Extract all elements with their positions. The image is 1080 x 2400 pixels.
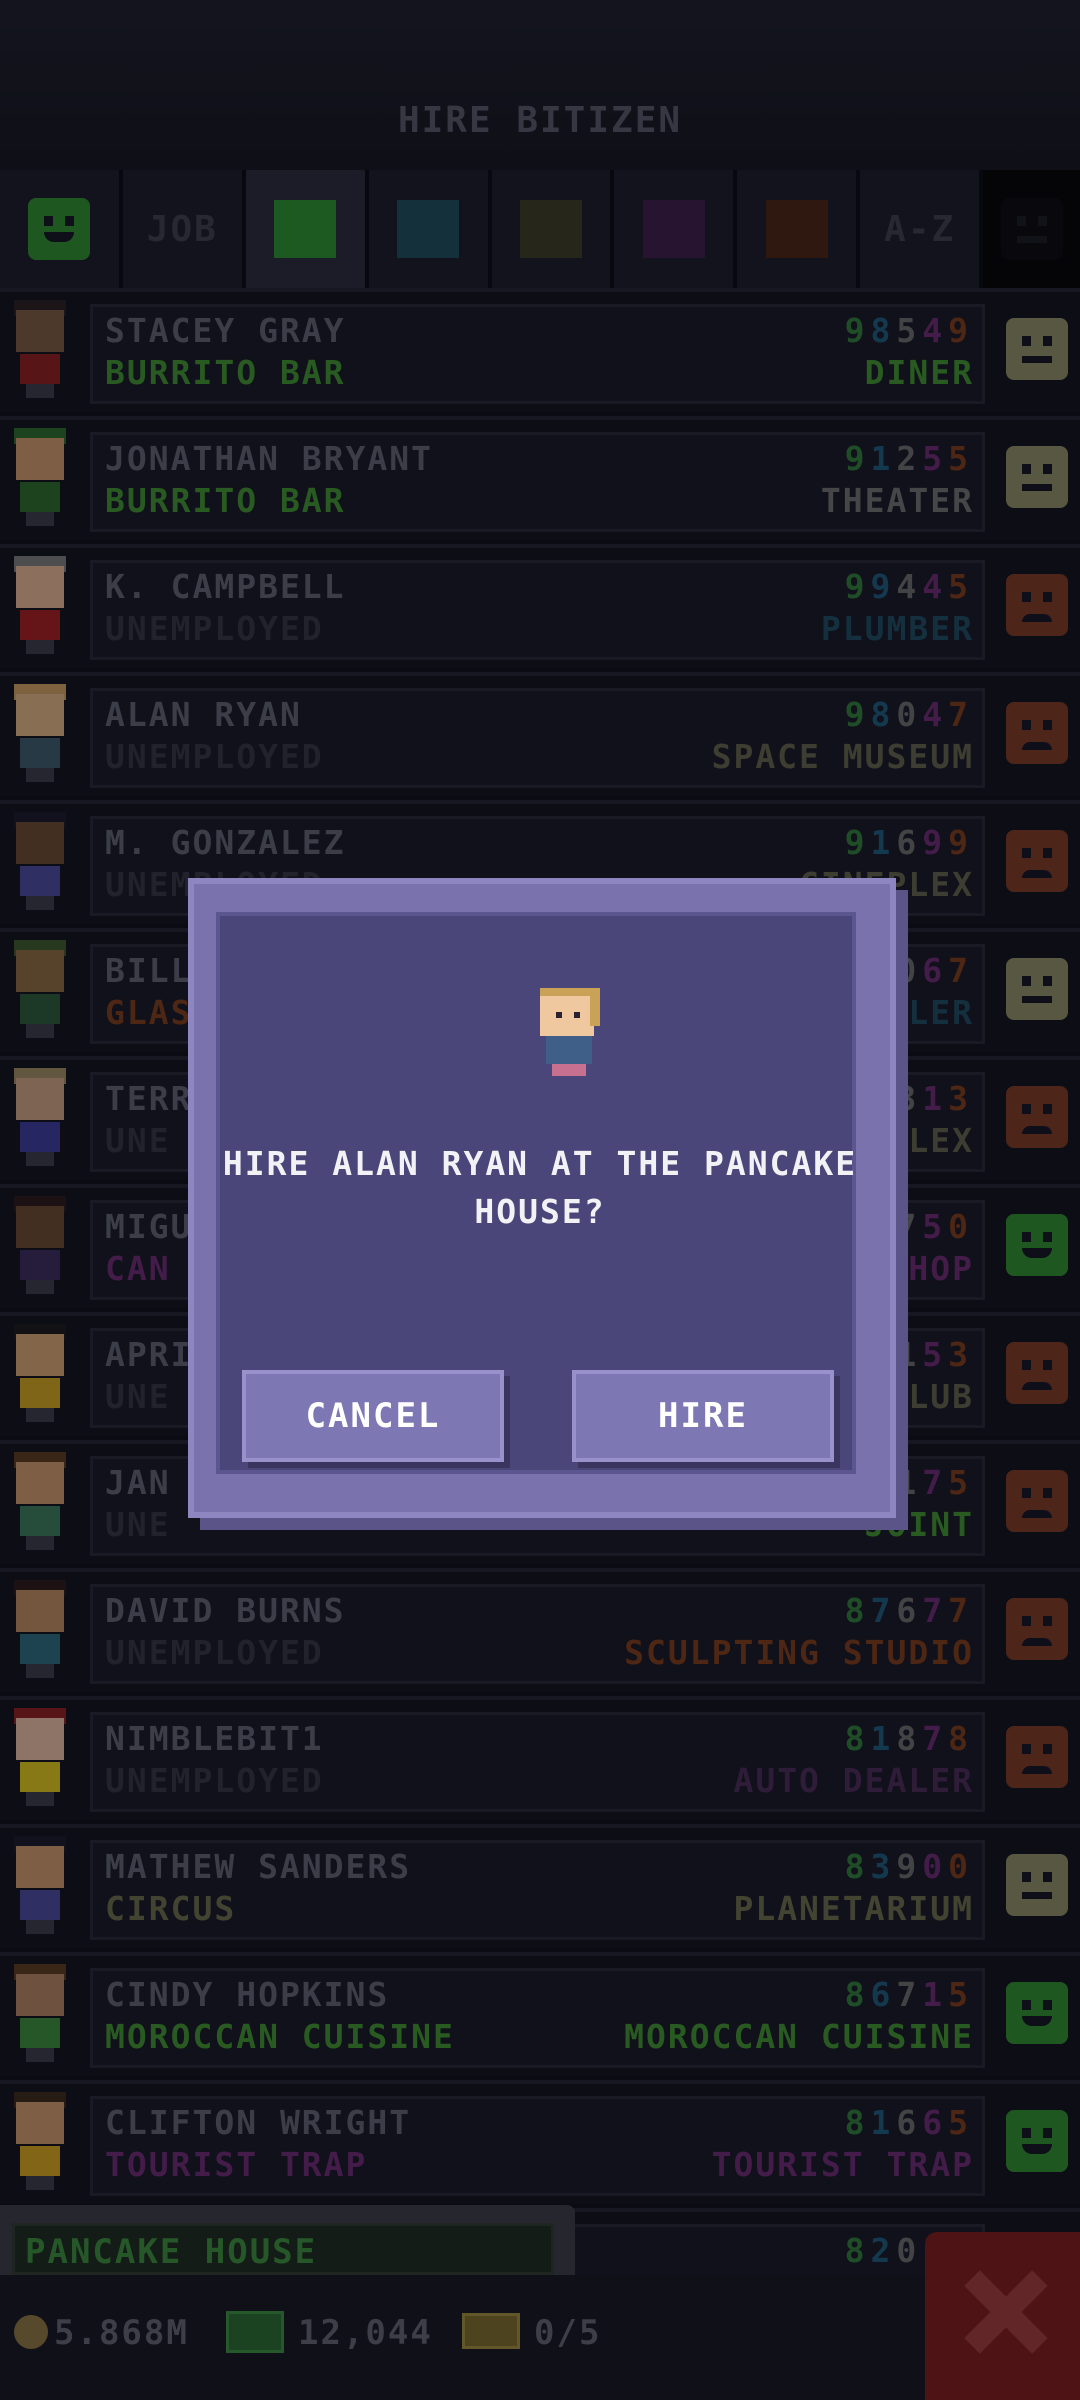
cancel-button[interactable]: CANCEL	[242, 1370, 504, 1462]
hire-button[interactable]: HIRE	[572, 1370, 834, 1462]
bitizen-avatar-icon	[540, 988, 600, 1080]
dialog-message: HIRE ALAN RYAN AT THE PANCAKE HOUSE?	[222, 1144, 858, 1231]
